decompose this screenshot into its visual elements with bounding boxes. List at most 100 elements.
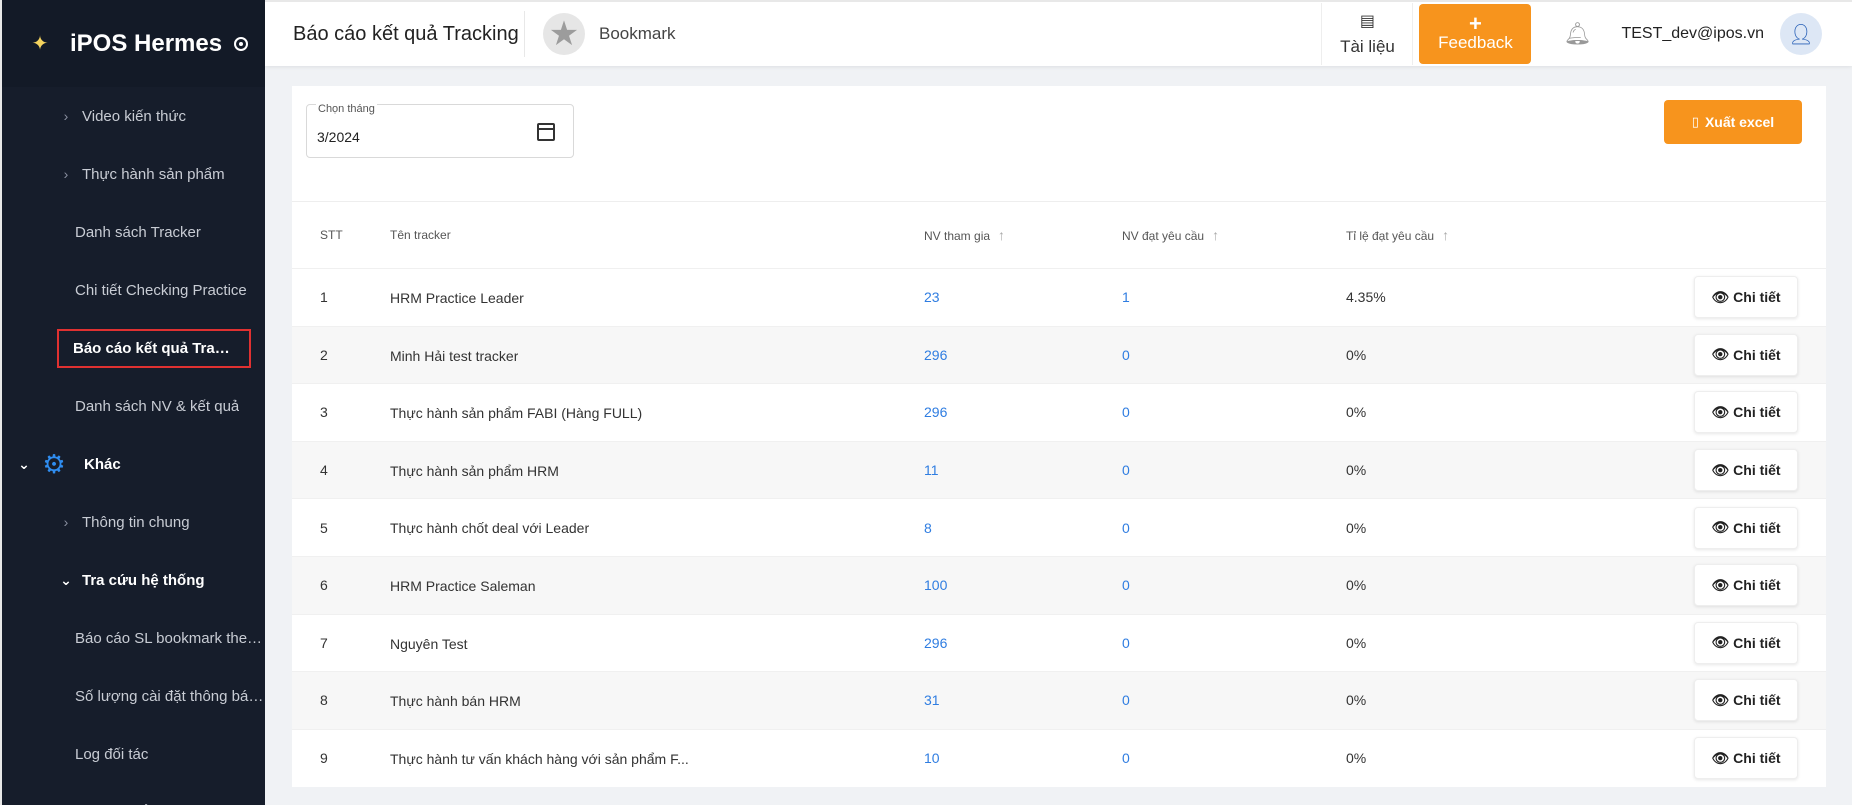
- brand[interactable]: ✦ iPOS Hermes: [2, 0, 265, 87]
- chevron-down-icon: ⌄: [18, 455, 30, 472]
- cell-rate: 0%: [1346, 634, 1367, 651]
- export-excel-button[interactable]: ▯ Xuất excel: [1664, 100, 1802, 144]
- cell-joined[interactable]: 296: [924, 614, 1122, 672]
- cell-actions: 👁︎ Chi tiết: [1646, 499, 1826, 557]
- document-icon: ▤: [1359, 13, 1376, 30]
- detail-button[interactable]: 👁︎ Chi tiết: [1694, 737, 1798, 780]
- sidebar-item[interactable]: › Thông tin chung: [2, 493, 265, 551]
- bookmark-button[interactable]: ★ Bookmark: [543, 13, 676, 55]
- chevron-right-icon: ›: [63, 514, 69, 530]
- detail-button[interactable]: 👁︎ Chi tiết: [1694, 564, 1798, 607]
- radio-dot-icon[interactable]: [234, 36, 249, 51]
- cell-passed[interactable]: 0: [1122, 326, 1346, 384]
- detail-label: Chi tiết: [1733, 404, 1781, 421]
- cell-joined[interactable]: 11: [924, 441, 1122, 499]
- cell-actions: 👁︎ Chi tiết: [1646, 672, 1826, 730]
- cell-passed[interactable]: 0: [1122, 441, 1346, 499]
- sidebar-item[interactable]: Báo cáo SL bookmark theo r...: [2, 609, 265, 667]
- cell-joined[interactable]: 296: [924, 326, 1122, 384]
- cell-passed[interactable]: 0: [1122, 614, 1346, 672]
- sidebar-item[interactable]: Chi tiết Checking Practice: [2, 261, 265, 319]
- cell-actions: 👁︎ Chi tiết: [1646, 269, 1826, 327]
- logo-icon: ✦: [31, 33, 49, 55]
- cell-stt: 7: [320, 634, 328, 651]
- month-picker[interactable]: Chọn tháng 3/2024: [306, 103, 574, 158]
- cell-joined[interactable]: 10: [924, 729, 1122, 787]
- table-row: 8 Thực hành bán HRM 31 0 0% 👁︎ Chi tiết: [292, 671, 1826, 730]
- cell-joined[interactable]: 296: [924, 384, 1122, 442]
- sidebar-item[interactable]: Số lượng cài đặt thông báo t...: [2, 667, 265, 725]
- sidebar-item[interactable]: Danh sách NV & kết quả: [2, 377, 265, 435]
- feedback-button[interactable]: + Feedback: [1419, 4, 1532, 64]
- table-row: 3 Thực hành sản phẩm FABI (Hàng FULL) 296 0…: [292, 383, 1826, 442]
- bell-icon[interactable]: 🔔︎: [1561, 21, 1593, 47]
- file-icon: ▯: [1691, 114, 1699, 129]
- sidebar-item[interactable]: › Video kiến thức: [2, 87, 265, 145]
- cell-passed[interactable]: 1: [1122, 269, 1346, 327]
- cell-name: HRM Practice Saleman: [390, 556, 924, 614]
- chevron-right-icon: ›: [63, 108, 69, 124]
- cell-stt: 2: [320, 346, 328, 363]
- detail-label: Chi tiết: [1733, 519, 1781, 536]
- cell-passed[interactable]: 0: [1122, 499, 1346, 557]
- sidebar-item[interactable]: ⌄ ⚙ Khác: [2, 435, 265, 493]
- col-passed[interactable]: NV đạt yêu cầu ↑: [1122, 202, 1346, 269]
- sort-arrow-icon[interactable]: ↑: [1212, 227, 1219, 243]
- docs-label: Tài liệu: [1340, 37, 1395, 56]
- calendar-icon[interactable]: [537, 123, 555, 141]
- col-passed-label: NV đạt yêu cầu: [1122, 229, 1205, 243]
- detail-label: Chi tiết: [1733, 577, 1781, 594]
- sidebar-item[interactable]: Log đối tác: [2, 725, 265, 783]
- tracker-name: Thực hành bán HRM: [390, 693, 521, 710]
- export-excel-label: Xuất excel: [1704, 114, 1775, 130]
- table-row: 5 Thực hành chốt deal với Leader 8 0 0% 👁︎ Chi…: [292, 498, 1826, 557]
- docs-button[interactable]: ▤ Tài liệu: [1321, 3, 1414, 65]
- sidebar-item[interactable]: Danh sách Tracker: [2, 203, 265, 261]
- sidebar-item[interactable]: Báo cáo kết quả Tracking: [2, 319, 265, 377]
- cell-rate: 0%: [1346, 462, 1367, 479]
- cell-passed[interactable]: 0: [1122, 672, 1346, 730]
- col-name: Tên tracker: [390, 202, 924, 269]
- cell-name: Thực hành tư vấn khách hàng với sản phẩm…: [390, 729, 924, 787]
- detail-button[interactable]: 👁︎ Chi tiết: [1694, 276, 1798, 319]
- col-rate[interactable]: Tỉ lệ đạt yêu cầu ↑: [1346, 202, 1646, 269]
- cell-name: Nguyên Test: [390, 614, 924, 672]
- sort-arrow-icon[interactable]: ↑: [998, 227, 1005, 243]
- table-row: 6 HRM Practice Saleman 100 0 0% 👁︎ Chi tiết: [292, 556, 1826, 615]
- cell-stt: 4: [320, 462, 328, 479]
- eye-icon: 👁︎: [1711, 403, 1730, 420]
- detail-button[interactable]: 👁︎ Chi tiết: [1694, 333, 1798, 376]
- cell-passed[interactable]: 0: [1122, 729, 1346, 787]
- table-row: 4 Thực hành sản phẩm HRM 11 0 0% 👁︎ Chi tiết: [292, 441, 1826, 499]
- sidebar-item[interactable]: › Thực hành sản phẩm: [2, 145, 265, 203]
- sidebar-item[interactable]: ⌄ Tra cứu hệ thống: [2, 551, 265, 609]
- tracker-name: Thực hành sản phẩm FABI (Hàng FULL): [390, 405, 643, 422]
- cell-passed[interactable]: 0: [1122, 556, 1346, 614]
- avatar[interactable]: 👤︎: [1780, 13, 1822, 55]
- col-actions: [1646, 202, 1826, 269]
- sidebar-item-label: Video kiến thức: [82, 107, 186, 125]
- cell-rate: 0%: [1346, 346, 1367, 363]
- detail-button[interactable]: 👁︎ Chi tiết: [1694, 391, 1798, 434]
- col-joined[interactable]: NV tham gia ↑: [924, 202, 1122, 269]
- cell-passed[interactable]: 0: [1122, 384, 1346, 442]
- sort-arrow-icon[interactable]: ↑: [1442, 227, 1449, 243]
- cell-joined[interactable]: 8: [924, 499, 1122, 557]
- sidebar-item[interactable]: Log tin nhắn gửi đi: [2, 783, 265, 805]
- tracker-name: Thực hành sản phẩm HRM: [390, 462, 559, 479]
- user-email[interactable]: TEST_dev@ipos.vn: [1621, 25, 1764, 43]
- col-rate-label: Tỉ lệ đạt yêu cầu: [1346, 229, 1435, 243]
- chevron-down-icon: ⌄: [60, 571, 72, 588]
- cell-stt: 9: [320, 750, 328, 767]
- detail-button[interactable]: 👁︎ Chi tiết: [1694, 506, 1798, 549]
- detail-button[interactable]: 👁︎ Chi tiết: [1694, 679, 1798, 722]
- month-picker-value[interactable]: 3/2024: [317, 129, 360, 145]
- cell-joined[interactable]: 100: [924, 556, 1122, 614]
- cell-joined[interactable]: 23: [924, 269, 1122, 327]
- col-stt: STT: [292, 202, 390, 269]
- detail-button[interactable]: 👁︎ Chi tiết: [1694, 621, 1798, 664]
- sidebar-item-label: Số lượng cài đặt thông báo t...: [75, 687, 265, 705]
- col-stt-label: STT: [320, 228, 343, 242]
- cell-joined[interactable]: 31: [924, 672, 1122, 730]
- detail-button[interactable]: 👁︎ Chi tiết: [1694, 449, 1798, 492]
